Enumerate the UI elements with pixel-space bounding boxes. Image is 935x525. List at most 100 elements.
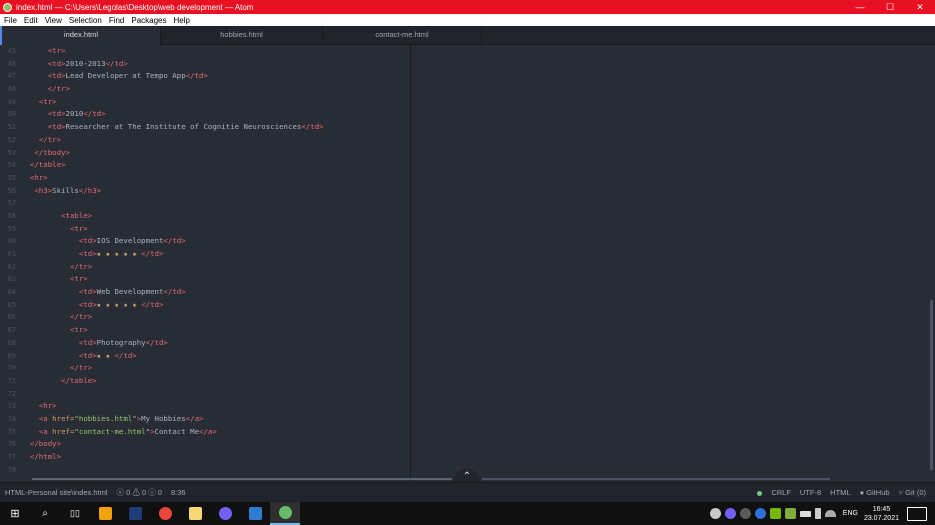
viber-tray-icon[interactable]: [724, 508, 736, 519]
line-number: 53: [7, 148, 16, 157]
viber-app[interactable]: [210, 502, 240, 525]
code-area[interactable]: <tr> <td>2010-2013</td> <td>Lead Develop…: [21, 45, 407, 482]
code-line: <td>2010</td>: [47, 109, 106, 119]
line-number: 56: [7, 186, 16, 195]
system-tray: ENG 16:45 23.07.2021: [709, 505, 935, 523]
speaker-icon[interactable]: [814, 508, 821, 519]
chrome-icon: [158, 507, 172, 520]
code-line: <tr>: [47, 46, 66, 55]
line-number: 67: [7, 326, 16, 335]
gpu-icon[interactable]: [784, 508, 796, 519]
code-line: <td>IOS Development</td>: [78, 236, 186, 246]
code-line: <tr>: [38, 96, 57, 106]
grammar-selector[interactable]: HTML: [830, 488, 850, 497]
task-view-button[interactable]: ▯▯: [60, 502, 90, 525]
tab-hobbies-html[interactable]: hobbies.html: [161, 26, 323, 45]
menu-bar: File Edit View Selection Find Packages H…: [0, 14, 935, 26]
github-button[interactable]: ● GitHub: [860, 488, 890, 497]
line-number: 71: [7, 376, 16, 385]
menu-help[interactable]: Help: [174, 16, 190, 25]
github-icon: ●: [859, 488, 865, 497]
vertical-scrollbar[interactable]: [930, 300, 933, 470]
bluetooth-icon[interactable]: [754, 508, 766, 519]
line-number: 68: [7, 338, 16, 347]
atom-icon: [3, 2, 12, 12]
line-number: 52: [7, 135, 16, 144]
line-number: 55: [7, 173, 16, 182]
shield-icon[interactable]: [739, 508, 751, 519]
title-bar: index.html — C:\Users\Legolas\Desktop\we…: [0, 0, 935, 14]
word-icon: [128, 507, 142, 520]
line-number: 59: [7, 224, 16, 233]
code-line: <hr>: [38, 401, 57, 411]
photos-app[interactable]: [240, 502, 270, 525]
word-app[interactable]: [120, 502, 150, 525]
code-line: <td>Researcher at The Institute of Cogni…: [47, 122, 324, 132]
status-dot-icon: [757, 488, 763, 497]
line-number: 75: [7, 427, 16, 436]
line-number: 50: [7, 110, 16, 119]
menu-view[interactable]: View: [45, 16, 62, 25]
file-path[interactable]: HTML-Personal site\index.html: [5, 488, 108, 497]
close-button[interactable]: ✕: [905, 0, 935, 14]
line-number: 65: [7, 300, 16, 309]
line-number: 47: [7, 72, 16, 81]
store-app[interactable]: [90, 502, 120, 525]
tab-contact-me-html[interactable]: contact-me.html: [323, 26, 482, 45]
code-line: <table>: [61, 210, 93, 220]
battery-icon[interactable]: [799, 510, 811, 517]
menu-selection[interactable]: Selection: [69, 16, 102, 25]
code-line: <td>Lead Developer at Tempo App</td>: [47, 71, 208, 81]
line-number: 73: [7, 402, 16, 411]
maximize-button[interactable]: ☐: [875, 0, 905, 14]
line-ending-selector[interactable]: CRLF: [771, 488, 791, 497]
code-line: </tr>: [69, 363, 93, 373]
code-line: </table>: [61, 375, 97, 385]
code-line: </tr>: [69, 312, 93, 322]
nvidia-icon[interactable]: [769, 508, 781, 519]
windows-icon: ⊞: [10, 508, 20, 520]
wifi-icon[interactable]: [824, 510, 836, 517]
clock-date: 23.07.2021: [863, 514, 899, 522]
chrome-tray-icon[interactable]: [709, 508, 721, 519]
task-view-icon: ▯▯: [70, 508, 80, 518]
menu-edit[interactable]: Edit: [24, 16, 38, 25]
photos-icon: [248, 507, 262, 520]
search-button[interactable]: ⌕: [30, 502, 60, 525]
horizontal-scrollbar-left[interactable]: [32, 478, 452, 480]
menu-packages[interactable]: Packages: [131, 16, 166, 25]
line-number: 70: [7, 364, 16, 373]
git-button[interactable]: ⑂ Git (0): [899, 488, 926, 497]
line-number: 64: [7, 288, 16, 297]
minimize-button[interactable]: —: [845, 0, 875, 14]
language-indicator[interactable]: ENG: [843, 510, 858, 517]
notification-center-icon[interactable]: [907, 506, 927, 521]
editor-pane[interactable]: 45 46 47 48 49 50 51 52 53 54 55 56 57 5…: [0, 45, 410, 482]
code-line: <h3>Skills</h3>: [34, 185, 102, 195]
start-button[interactable]: ⊞: [0, 502, 30, 525]
menu-find[interactable]: Find: [109, 16, 125, 25]
tab-bar: index.html hobbies.html contact-me.html: [0, 26, 935, 45]
code-line: </table>: [29, 160, 66, 170]
chrome-app[interactable]: [150, 502, 180, 525]
git-branch-icon: ⑂: [898, 488, 904, 497]
chevron-up-icon: ⌃: [462, 471, 472, 482]
clock[interactable]: 16:45 23.07.2021: [864, 505, 899, 523]
right-editor-pane[interactable]: [411, 45, 935, 482]
encoding-selector[interactable]: UTF-8: [800, 488, 821, 497]
menu-file[interactable]: File: [4, 16, 17, 25]
line-number: 54: [7, 161, 16, 170]
code-line: <hr>: [29, 172, 48, 182]
line-number: 69: [7, 351, 16, 360]
horizontal-scrollbar-right[interactable]: [482, 478, 830, 480]
line-number: 78: [7, 465, 16, 474]
atom-app[interactable]: [270, 502, 300, 525]
tab-index-html[interactable]: index.html: [0, 26, 161, 45]
clock-time: 16:45: [872, 505, 891, 513]
file-explorer-app[interactable]: [180, 502, 210, 525]
diagnostics-counter[interactable]: ⓧ 0 ⚠ 0 ⓘ 0: [117, 487, 162, 498]
line-number: 66: [7, 313, 16, 322]
code-line: <td>2010-2013</td>: [47, 58, 128, 68]
code-line: </tr>: [47, 84, 70, 94]
cursor-position[interactable]: 8:36: [171, 488, 186, 497]
